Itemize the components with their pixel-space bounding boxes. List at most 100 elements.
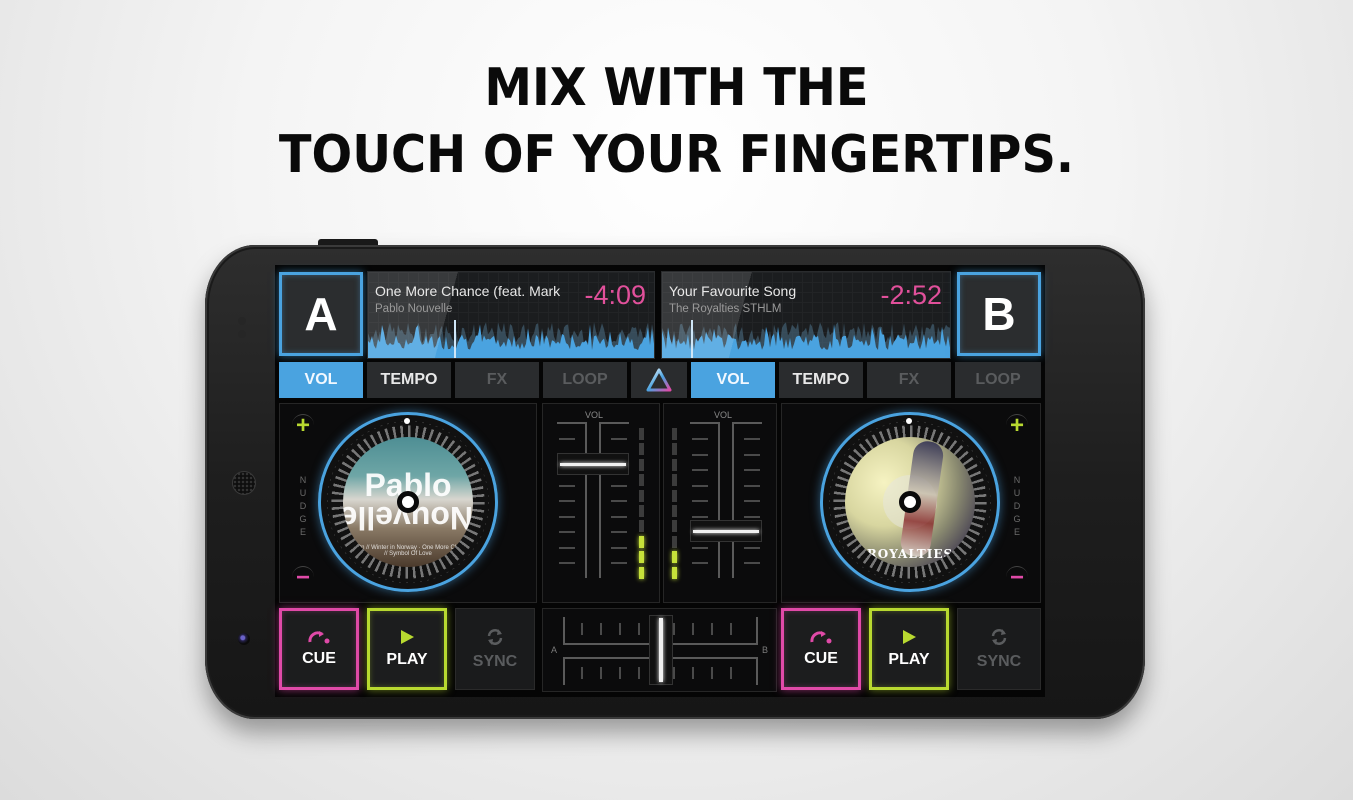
crossfader-tick: [692, 623, 694, 635]
crossfader-label-b: B: [761, 645, 768, 655]
fader-tick: [692, 562, 708, 564]
deck-a-tab-fx[interactable]: FX: [455, 362, 539, 398]
app-menu-button[interactable]: [631, 362, 687, 398]
deck-a-tab-vol[interactable]: VOL: [279, 362, 363, 398]
crossfader-tick: [711, 623, 713, 635]
fader-tick: [559, 500, 575, 502]
deck-b-tab-vol[interactable]: VOL: [691, 362, 775, 398]
light-sensor: [238, 330, 246, 338]
deck-b-volume-panel: VOL: [663, 403, 777, 603]
meter-segment: [639, 428, 644, 440]
fader-tick: [744, 562, 760, 564]
fader-tick: [692, 546, 708, 549]
deck-a-track-display[interactable]: One More Chance (feat. Mark Pablo Nouvel…: [367, 271, 655, 359]
proximity-sensor: [238, 317, 246, 325]
deck-b-track-display[interactable]: Your Favourite Song The Royalties STHLM …: [661, 271, 951, 359]
meter-segment: [639, 505, 644, 517]
fader-tick: [692, 453, 708, 456]
deck-b-tab-loop[interactable]: LOOP: [955, 362, 1041, 398]
meter-segment: [672, 520, 677, 533]
platter-marker: [906, 418, 912, 424]
fader-tick: [692, 484, 708, 487]
headline-line-2: TOUCH OF YOUR FINGERTIPS.: [278, 125, 1075, 185]
play-icon: [401, 630, 414, 644]
fader-tick: [744, 453, 760, 456]
deck-a-time-remaining: -4:09: [584, 280, 646, 310]
fader-tick: [744, 469, 760, 471]
deck-b-nudge-minus-button[interactable]: −: [1006, 565, 1028, 589]
deck-b-playhead: [691, 320, 693, 358]
triangle-logo-icon: [646, 368, 672, 392]
deck-a-nudge-label: NUDGE: [299, 475, 307, 537]
fader-tick: [559, 531, 575, 533]
meter-segment: [639, 443, 644, 456]
crossfader-tick: [730, 623, 732, 635]
deck-a-letter: A: [304, 288, 338, 340]
crossfader-tick: [581, 623, 583, 635]
fader-tick: [744, 546, 760, 549]
meter-segment: [672, 551, 677, 564]
dj-app-screen: A One More Chance (feat. Mark Pablo Nouv…: [275, 265, 1045, 697]
deck-b-cue-button[interactable]: CUE: [781, 608, 861, 690]
deck-a-sync-label: SYNC: [472, 653, 518, 670]
deck-a-tab-tempo[interactable]: TEMPO: [367, 362, 451, 398]
crossfader-panel: A B: [542, 608, 777, 692]
deck-a-cue-label: CUE: [302, 650, 336, 667]
deck-a-play-button[interactable]: PLAY: [367, 608, 447, 690]
crossfader-handle[interactable]: [648, 615, 673, 685]
meter-segment: [639, 535, 644, 548]
crossfader-tick: [619, 667, 621, 679]
deck-b-label[interactable]: B: [957, 272, 1041, 356]
fader-tick: [692, 500, 708, 502]
deck-a-label[interactable]: A: [279, 272, 363, 356]
deck-b-tab-tempo[interactable]: TEMPO: [779, 362, 863, 398]
fader-tick: [744, 484, 760, 487]
deck-a-volume-fader[interactable]: [557, 452, 629, 475]
deck-b-nudge-label: NUDGE: [1013, 475, 1021, 537]
deck-b-nudge-plus-button[interactable]: +: [1006, 413, 1028, 437]
crossfader-tick: [692, 667, 694, 679]
crossfader-tick: [619, 623, 621, 635]
fader-tick: [559, 515, 575, 518]
cue-icon: [810, 631, 832, 644]
fader-tick: [611, 562, 627, 564]
deck-a-sync-button[interactable]: SYNC: [455, 608, 535, 690]
crossfader-tick: [711, 667, 713, 679]
deck-b-volume-fader[interactable]: [690, 520, 762, 542]
deck-b-turntable-panel: ROYALTIES + NUDGE −: [781, 403, 1041, 603]
crossfader-tick: [730, 667, 732, 679]
deck-b-letter: B: [982, 288, 1016, 340]
deck-a-cue-button[interactable]: CUE: [279, 608, 359, 690]
meter-segment: [672, 489, 677, 502]
deck-a-vol-label: VOL: [585, 410, 604, 420]
album-art-title: ROYALTIES: [866, 547, 954, 561]
play-icon: [903, 630, 916, 644]
deck-a-jog-wheel[interactable]: Pablo Nouvelle In It On // Winter in Nor…: [318, 412, 498, 592]
deck-b-sync-button[interactable]: SYNC: [957, 608, 1041, 690]
deck-a-playhead: [454, 320, 457, 358]
speaker-grille: [232, 471, 256, 495]
deck-b-tab-fx[interactable]: FX: [867, 362, 951, 398]
meter-segment: [672, 428, 677, 440]
fader-tick: [744, 515, 760, 518]
deck-b-play-label: PLAY: [888, 651, 930, 668]
crossfader-handle-line: [658, 618, 663, 682]
deck-a-nudge-plus-button[interactable]: +: [292, 413, 314, 437]
fader-tick: [744, 438, 760, 440]
deck-a-nudge-minus-button[interactable]: −: [292, 565, 314, 589]
crossfader-tick: [638, 623, 640, 635]
fader-tick: [559, 562, 575, 564]
deck-a-tab-loop[interactable]: LOOP: [543, 362, 627, 398]
album-tracklist: In It On // Winter in Norway · One More …: [344, 545, 472, 557]
meter-segment: [672, 505, 677, 517]
headline-line-1: MIX WITH THE: [484, 58, 869, 118]
deck-b-artist: The Royalties STHLM: [669, 303, 782, 315]
meter-segment: [639, 551, 644, 564]
deck-b-play-button[interactable]: PLAY: [869, 608, 949, 690]
platter-marker: [404, 418, 410, 424]
deck-a-volume-panel: VOL: [542, 403, 660, 603]
deck-a-artist: Pablo Nouvelle: [375, 303, 453, 315]
deck-b-jog-wheel[interactable]: ROYALTIES: [820, 412, 1000, 592]
crossfader-tick: [673, 667, 675, 679]
fader-tick: [559, 438, 575, 440]
